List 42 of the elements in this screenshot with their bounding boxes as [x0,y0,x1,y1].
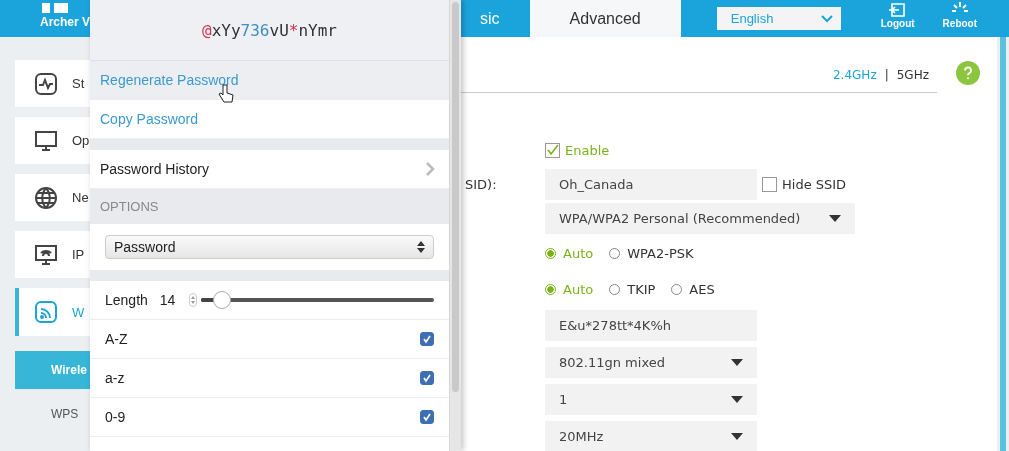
channel-select[interactable]: 1 [545,384,757,415]
password-field[interactable]: E&u*278tt*4K%h [545,310,757,341]
wifi-icon [34,300,58,324]
ssid-field[interactable]: Oh_Canada [545,168,757,200]
updown-icon [417,241,425,253]
length-label: Length [105,292,148,308]
chevron-icon [425,161,435,177]
scrollbar-thumb[interactable] [452,2,459,392]
monitor-icon [34,128,58,153]
channel-width-select[interactable]: 20MHz [545,421,757,451]
mode-select[interactable]: 802.11gn mixed [545,347,757,378]
monitor-wifi-icon [34,242,58,267]
page-scrollbar[interactable] [1000,37,1006,451]
encryption-radio[interactable]: AES [671,281,715,297]
hide-ssid-checkbox[interactable]: Hide SSID [762,176,847,192]
chevron-icon [820,14,833,23]
type-select[interactable]: Password [105,235,434,259]
check-icon [546,144,559,156]
encryption-radio[interactable]: TKIP [609,281,656,297]
charset-checkbox[interactable] [420,410,434,424]
hand-cursor-icon [218,84,234,104]
charset-checkbox[interactable] [420,332,434,346]
charset-label: A-Z [105,331,128,347]
globe-icon [34,185,58,210]
band-separator: | [884,67,889,82]
nav-tab[interactable]: Advanced [529,0,681,37]
slider-thumb[interactable] [213,291,232,309]
charset-label: a-z [105,370,125,386]
charset-label: 0-9 [105,409,126,425]
length-value: 14 [159,292,176,308]
logout-icon [887,2,908,18]
charset-checkbox[interactable] [420,371,434,385]
stepper-icon[interactable] [189,293,198,307]
help-icon[interactable] [956,61,980,85]
model-name: Archer V [40,15,91,29]
generated-password: @xYy736vU*nYmr [90,0,449,61]
version-radio[interactable]: WPA2-PSK [609,245,694,261]
band-link[interactable]: 5GHz [896,67,929,82]
ssid-label: SID): [464,176,498,192]
pulse-icon [34,71,58,96]
section-heading: OPTIONS [90,189,449,224]
security-select[interactable]: WPA/WPA2 Personal (Recommended) [545,202,855,234]
